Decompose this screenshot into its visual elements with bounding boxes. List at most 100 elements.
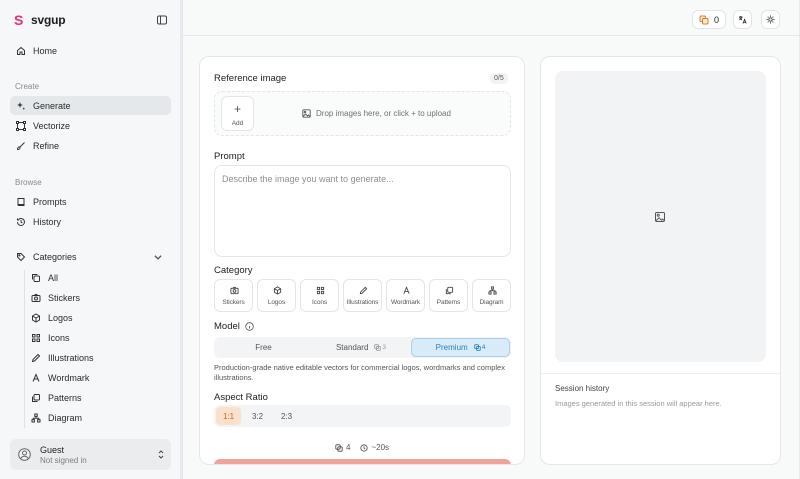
info-icon[interactable] bbox=[245, 322, 254, 331]
ratio-3-2-option[interactable]: 3:2 bbox=[245, 407, 270, 425]
sidebar-item-label: Home bbox=[33, 45, 58, 56]
generate-button[interactable] bbox=[214, 459, 511, 464]
ratio-2-3-option[interactable]: 2:3 bbox=[274, 407, 299, 425]
section-label-browse: Browse bbox=[15, 178, 42, 187]
model-label: Model bbox=[214, 321, 240, 332]
sidebar-item-generate[interactable]: Generate bbox=[10, 96, 171, 115]
category-icons-button[interactable]: Icons bbox=[300, 279, 339, 312]
category-label-text: Stickers bbox=[222, 299, 245, 306]
model-cost-value: 3 bbox=[382, 344, 387, 351]
divider bbox=[541, 373, 780, 374]
category-label-text: Diagram bbox=[479, 299, 504, 306]
box-icon bbox=[273, 286, 282, 295]
user-status: Not signed in bbox=[40, 456, 87, 465]
vector-square-icon bbox=[16, 120, 26, 131]
pen-icon bbox=[359, 286, 368, 295]
sidebar-category-diagram[interactable]: Diagram bbox=[26, 408, 171, 427]
sidebar-item-label: Refine bbox=[33, 140, 60, 151]
model-option-label: Premium bbox=[435, 343, 468, 352]
generation-meta: 4 ~20s bbox=[335, 443, 389, 452]
sidebar-category-logos[interactable]: Logos bbox=[26, 308, 171, 327]
sidebar-item-home[interactable]: Home bbox=[10, 41, 171, 60]
camera-icon bbox=[31, 293, 41, 302]
pen-icon bbox=[31, 353, 41, 362]
category-diagram-button[interactable]: Diagram bbox=[472, 279, 511, 312]
model-standard-option[interactable]: Standard 3 bbox=[312, 338, 410, 357]
type-icon bbox=[403, 286, 410, 294]
model-cost-badge: 3 bbox=[374, 344, 386, 351]
sidebar-item-refine[interactable]: Refine bbox=[10, 136, 171, 155]
sidebar-item-label: Illustrations bbox=[48, 352, 94, 363]
sidebar-item-label: Categories bbox=[33, 251, 77, 262]
generation-cost: 4 bbox=[335, 443, 350, 452]
generate-form: Reference image 0/5 + Add Drop images he… bbox=[199, 56, 525, 465]
credits-button[interactable]: 0 bbox=[692, 10, 726, 29]
sidebar-category-stickers[interactable]: Stickers bbox=[26, 288, 171, 307]
model-option-label: Free bbox=[255, 343, 272, 352]
model-premium-option[interactable]: Premium 4 bbox=[411, 338, 510, 357]
sidebar-category-illustrations[interactable]: Illustrations bbox=[26, 348, 171, 367]
reference-counter: 0/5 bbox=[490, 73, 508, 84]
ratio-1-1-option[interactable]: 1:1 bbox=[216, 407, 241, 425]
translate-icon bbox=[739, 16, 747, 24]
sidebar-item-label: Stickers bbox=[48, 292, 81, 303]
add-image-button[interactable]: + Add bbox=[221, 96, 254, 131]
sidebar-item-label: History bbox=[33, 216, 62, 227]
image-drop-zone[interactable]: + Add Drop images here, or click + to up… bbox=[214, 91, 511, 136]
category-patterns-button[interactable]: Patterns bbox=[429, 279, 468, 312]
sidebar-item-vectorize[interactable]: Vectorize bbox=[10, 116, 171, 135]
grid-icon bbox=[316, 286, 325, 295]
prompt-input[interactable] bbox=[214, 165, 511, 257]
chevron-down-icon bbox=[154, 255, 162, 260]
brand-name: svgup bbox=[31, 13, 66, 27]
sidebar-item-prompts[interactable]: Prompts bbox=[10, 192, 171, 211]
category-label-text: Icons bbox=[311, 299, 328, 306]
add-image-label: Add bbox=[231, 120, 244, 127]
sidebar-item-label: Wordmark bbox=[48, 372, 90, 383]
sidebar-category-wordmark[interactable]: Wordmark bbox=[26, 368, 171, 387]
tag-icon bbox=[17, 252, 26, 261]
language-button[interactable] bbox=[733, 10, 752, 29]
sidebar-item-label: Patterns bbox=[48, 392, 82, 403]
sidebar-category-all[interactable]: All bbox=[26, 268, 171, 287]
sidebar-item-label: Generate bbox=[33, 100, 71, 111]
type-icon bbox=[32, 372, 40, 382]
brand-logo[interactable]: S svgup bbox=[14, 13, 66, 27]
reference-image-label: Reference image bbox=[214, 73, 287, 84]
category-selector: Stickers Logos Icons Illustrations Wordm… bbox=[214, 279, 511, 312]
category-label-text: Logos bbox=[267, 299, 286, 306]
section-label-create: Create bbox=[15, 82, 40, 91]
main-area: 0 Reference image 0/5 + Add Drop images … bbox=[182, 0, 800, 479]
sidebar-item-history[interactable]: History bbox=[10, 212, 171, 231]
model-free-option[interactable]: Free bbox=[215, 338, 312, 357]
aspect-ratio-selector: 1:1 3:2 2:3 bbox=[214, 405, 511, 427]
category-wordmark-button[interactable]: Wordmark bbox=[386, 279, 425, 312]
preview-canvas bbox=[555, 71, 766, 362]
drop-hint-text: Drop images here, or click + to upload bbox=[316, 109, 451, 118]
sidebar-category-icons[interactable]: Icons bbox=[26, 328, 171, 347]
generation-time: ~20s bbox=[360, 443, 389, 452]
sidebar-item-label: Icons bbox=[48, 332, 70, 343]
coins-icon bbox=[374, 344, 382, 351]
sidebar-category-patterns[interactable]: Patterns bbox=[26, 388, 171, 407]
category-label-text: Wordmark bbox=[390, 299, 421, 306]
preview-panel: Session history Images generated in this… bbox=[540, 56, 781, 465]
aspect-ratio-label: Aspect Ratio bbox=[214, 392, 268, 403]
category-stickers-button[interactable]: Stickers bbox=[214, 279, 253, 312]
theme-toggle-button[interactable] bbox=[761, 10, 780, 29]
camera-icon bbox=[230, 286, 239, 295]
category-label-text: Patterns bbox=[436, 299, 461, 306]
network-icon bbox=[488, 286, 497, 295]
sidebar-item-label: Prompts bbox=[33, 196, 67, 207]
prompt-label: Prompt bbox=[214, 151, 245, 162]
brush-icon bbox=[16, 141, 25, 150]
category-illustrations-button[interactable]: Illustrations bbox=[343, 279, 382, 312]
user-menu[interactable]: Guest Not signed in bbox=[10, 439, 171, 470]
sidebar-item-categories[interactable]: Categories bbox=[10, 247, 171, 266]
sidebar-toggle-icon[interactable] bbox=[156, 14, 168, 26]
plus-icon: + bbox=[233, 102, 241, 116]
generation-time-value: ~20s bbox=[371, 443, 390, 452]
generation-cost-value: 4 bbox=[346, 443, 351, 452]
drop-hint: Drop images here, or click + to upload bbox=[302, 109, 451, 118]
category-logos-button[interactable]: Logos bbox=[257, 279, 296, 312]
